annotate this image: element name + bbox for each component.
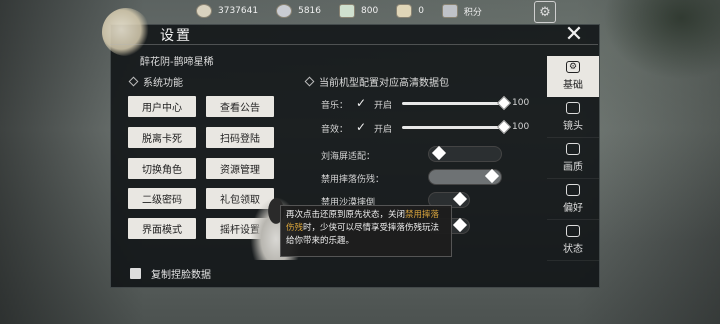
diamond-icon xyxy=(128,76,139,87)
tooltip: 再次点击还原到原先状态，关闭禁用摔落伤残时，少侠可以尽情享受摔落伤残玩法给你带来… xyxy=(280,205,452,257)
music-value: 100 xyxy=(512,98,530,108)
view-announcement-button[interactable]: 查看公告 xyxy=(206,96,274,117)
tooltip-text: 时，少侠可以尽情享受摔落伤残玩法给你带来的乐趣。 xyxy=(286,223,440,246)
toggle-knob xyxy=(452,191,468,207)
camera-icon xyxy=(566,102,580,114)
tab-label: 状态 xyxy=(563,244,583,255)
tab-label: 基础 xyxy=(563,80,583,91)
fall-damage-label: 禁用摔落伤残： xyxy=(321,175,385,185)
sfx-enabled-label: 开启 xyxy=(374,125,393,135)
title-divider xyxy=(110,44,598,45)
tab-status[interactable]: 状态 xyxy=(547,220,599,261)
music-slider[interactable] xyxy=(402,102,506,105)
jade-icon xyxy=(339,4,355,18)
copy-icon xyxy=(130,268,141,279)
settings-tabs: ⚙ 基础 镜头 画质 偏好 状态 xyxy=(547,56,599,261)
close-button[interactable]: ✕ xyxy=(563,24,585,46)
music-enabled-label: 开启 xyxy=(374,101,393,111)
notch-toggle[interactable] xyxy=(428,145,502,162)
tael-icon xyxy=(396,4,413,18)
interface-mode-button[interactable]: 界面模式 xyxy=(128,218,196,239)
moon-decoration xyxy=(102,8,150,56)
copy-face-data-button[interactable]: 复制捏脸数据 xyxy=(130,266,211,281)
tree-foliage xyxy=(590,0,720,90)
tab-preference[interactable]: 偏好 xyxy=(547,179,599,220)
currency-value: 0 xyxy=(418,6,424,16)
currency-coin: 3737641 xyxy=(196,4,258,18)
sfx-label: 音效： xyxy=(321,125,349,135)
tab-graphics[interactable]: 画质 xyxy=(547,138,599,179)
switch-character-button[interactable]: 切换角色 xyxy=(128,158,196,179)
currency-value: 800 xyxy=(361,6,379,16)
user-pref-icon xyxy=(566,184,580,196)
toggle-knob xyxy=(484,168,500,184)
section-title: 系统功能 xyxy=(143,78,183,89)
gear-icon: ⚙ xyxy=(566,61,580,73)
notch-label: 刘海屏适配： xyxy=(321,152,376,162)
qr-login-button[interactable]: 扫码登陆 xyxy=(206,127,274,148)
copy-face-label: 复制捏脸数据 xyxy=(151,270,211,281)
unstuck-button[interactable]: 脱离卡死 xyxy=(128,127,196,148)
secondary-password-button[interactable]: 二级密码 xyxy=(128,188,196,209)
page-title: 设置 xyxy=(160,28,192,44)
top-settings-icon[interactable]: ⚙ xyxy=(534,1,556,23)
fall-damage-toggle[interactable] xyxy=(428,168,502,185)
silver-icon xyxy=(276,4,293,18)
hd-pack-text: 当前机型配置对应高清数据包 xyxy=(319,78,449,89)
tooltip-text: 再次点击还原到原先状态，关闭 xyxy=(286,210,406,220)
user-center-button[interactable]: 用户中心 xyxy=(128,96,196,117)
resource-management-button[interactable]: 资源管理 xyxy=(206,158,274,179)
hd-pack-label: 当前机型配置对应高清数据包 xyxy=(304,74,449,89)
currency-bar: 3737641 5816 800 0 积分 xyxy=(196,2,500,20)
diamond-icon xyxy=(304,76,315,87)
currency-jade: 800 xyxy=(339,4,378,18)
sfx-slider[interactable] xyxy=(402,126,506,129)
currency-label: 积分 xyxy=(463,7,482,18)
tab-camera[interactable]: 镜头 xyxy=(547,97,599,138)
music-label: 音乐： xyxy=(321,101,349,111)
tab-label: 镜头 xyxy=(563,121,583,132)
currency-score: 积分 xyxy=(441,4,482,18)
tab-label: 偏好 xyxy=(563,203,583,214)
monitor-icon xyxy=(566,143,580,155)
currency-value: 5816 xyxy=(298,6,321,16)
status-icon xyxy=(566,225,580,237)
toggle-knob xyxy=(431,145,447,161)
coin-icon xyxy=(196,4,212,18)
toggle-knob xyxy=(452,217,468,233)
score-icon xyxy=(441,4,458,18)
currency-tael: 0 xyxy=(396,4,424,18)
currency-value: 3737641 xyxy=(218,6,259,16)
system-section-label: 系统功能 xyxy=(128,74,183,89)
tab-label: 画质 xyxy=(563,162,583,173)
tab-basic[interactable]: ⚙ 基础 xyxy=(547,56,599,97)
currency-silver: 5816 xyxy=(276,4,321,18)
sfx-checkbox[interactable]: ✓ xyxy=(356,121,368,133)
sfx-value: 100 xyxy=(512,122,530,132)
music-checkbox[interactable]: ✓ xyxy=(356,97,368,109)
character-name: 醉花阴-鹊啼星稀 xyxy=(140,57,214,68)
